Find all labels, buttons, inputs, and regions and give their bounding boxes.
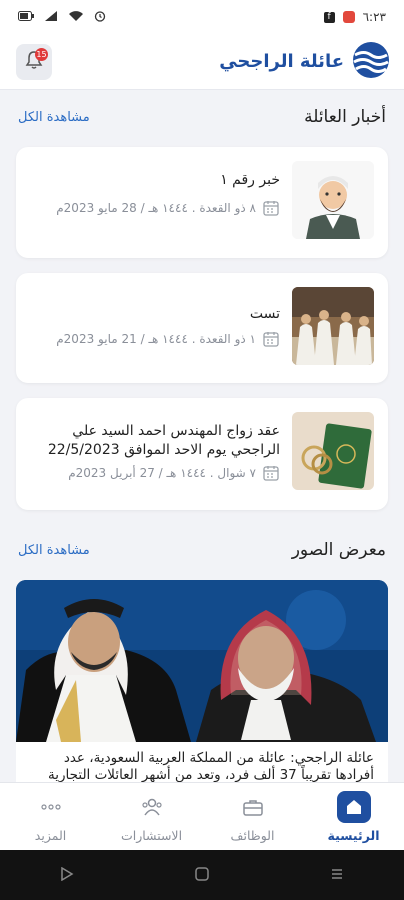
- status-right: ٦:٢٣ f: [323, 10, 386, 24]
- calendar-icon: [262, 464, 280, 487]
- news-date-text: ٨ ذو القعدة . ١٤٤٤ هـ / 28 مايو 2023م: [56, 201, 256, 215]
- nav-consultations-label: الاستشارات: [120, 828, 183, 843]
- news-title: خبر رقم ١: [220, 172, 280, 188]
- nav-jobs-label: الوظائف: [230, 828, 275, 843]
- bottom-navigation: الرئيسية الوظائف الاستشارات المزيد: [0, 782, 404, 851]
- brand-name: عائلة الراجحي: [219, 51, 344, 72]
- brand-logo[interactable]: عائلة الراجحي: [219, 41, 390, 83]
- news-date: ٧ شوال . ١٤٤٤ هـ / 27 أبريل 2023م: [28, 464, 280, 487]
- wifi-icon: [68, 10, 84, 25]
- nav-more-label: المزيد: [34, 828, 67, 843]
- news-title: تست: [249, 306, 280, 322]
- recents-lines-icon[interactable]: [330, 866, 344, 885]
- news-date-text: ١ ذو القعدة . ١٤٤٤ هـ / 21 مايو 2023م: [56, 332, 256, 346]
- status-bar: ٦:٢٣ f: [0, 0, 404, 34]
- home-square-icon[interactable]: [195, 866, 209, 885]
- nav-jobs[interactable]: الوظائف: [202, 783, 303, 851]
- nav-more[interactable]: المزيد: [0, 783, 101, 851]
- news-title: عقد زواج المهندس احمد السيد علي الراجحي …: [47, 423, 280, 458]
- gallery-section-title: معرض الصور: [291, 540, 386, 560]
- briefcase-icon: [236, 791, 270, 823]
- gallery-see-all-link[interactable]: مشاهدة الكل: [18, 543, 90, 558]
- news-thumbnail: [292, 161, 374, 239]
- nav-home[interactable]: الرئيسية: [303, 783, 404, 851]
- news-date-text: ٧ شوال . ١٤٤٤ هـ / 27 أبريل 2023م: [68, 466, 256, 480]
- news-thumbnail: [292, 287, 374, 365]
- nav-home-label: الرئيسية: [327, 828, 380, 843]
- news-section-title: أخبار العائلة: [304, 107, 386, 127]
- app-notification-icon: [342, 11, 355, 23]
- news-card[interactable]: عقد زواج المهندس احمد السيد علي الراجحي …: [16, 398, 388, 510]
- facebook-icon: f: [323, 11, 335, 23]
- system-navigation-bar: [0, 850, 404, 900]
- status-time: ٦:٢٣: [362, 10, 386, 24]
- gallery-section-header: معرض الصور مشاهدة الكل: [18, 540, 386, 560]
- calendar-icon: [262, 199, 280, 222]
- news-date: ٨ ذو القعدة . ١٤٤٤ هـ / 28 مايو 2023م: [28, 199, 280, 222]
- gallery-photo[interactable]: [16, 580, 388, 742]
- home-icon: [336, 791, 371, 823]
- news-section-header: أخبار العائلة مشاهدة الكل: [18, 107, 386, 127]
- more-dots-icon: [34, 791, 68, 823]
- gallery-caption: عائلة الراجحي: عائلة من المملكة العربية …: [16, 742, 388, 782]
- signal-icon: [44, 10, 58, 25]
- nav-consultations[interactable]: الاستشارات: [101, 783, 202, 851]
- status-left: [18, 10, 106, 25]
- notification-count-badge: 15: [35, 47, 48, 61]
- consultation-icon: [135, 791, 169, 823]
- notifications-button[interactable]: 15: [16, 43, 52, 80]
- news-card[interactable]: خبر رقم ١ ٨ ذو القعدة . ١٤٤٤ هـ / 28 ماي…: [16, 147, 388, 258]
- news-thumbnail: [292, 412, 374, 490]
- calendar-icon: [262, 330, 280, 353]
- back-triangle-icon[interactable]: [60, 866, 74, 885]
- app-header: عائلة الراجحي 15: [0, 34, 404, 90]
- battery-icon: [18, 10, 34, 24]
- alarm-icon: [94, 10, 106, 25]
- waves-logo-icon: [352, 41, 390, 83]
- news-see-all-link[interactable]: مشاهدة الكل: [18, 110, 90, 125]
- news-card[interactable]: تست ١ ذو القعدة . ١٤٤٤ هـ / 21 مايو 2023…: [16, 273, 388, 383]
- news-date: ١ ذو القعدة . ١٤٤٤ هـ / 21 مايو 2023م: [28, 330, 280, 353]
